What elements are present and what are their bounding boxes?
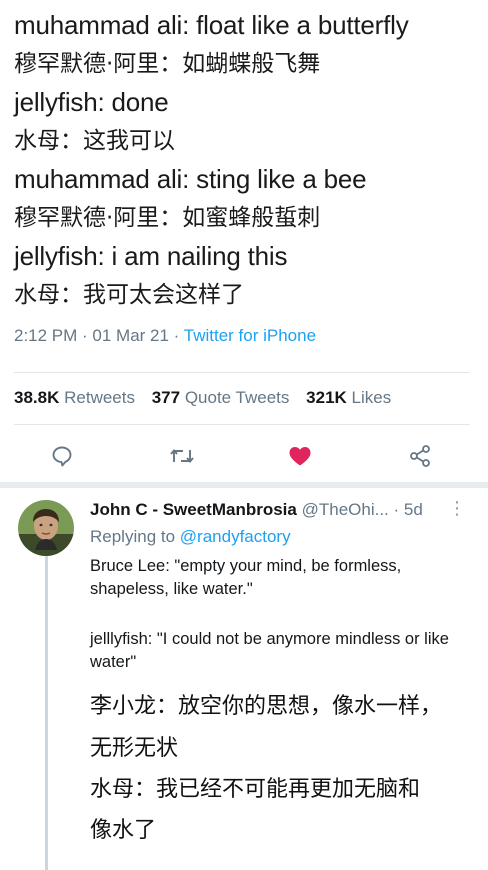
share-button[interactable] <box>406 442 434 470</box>
like-button[interactable] <box>286 442 314 470</box>
reply-translation-line: 无形无状 <box>90 736 179 761</box>
tweet-line: muhammad ali: sting like a bee <box>14 164 367 194</box>
tweet-line: muhammad ali: float like a butterfly <box>14 10 409 40</box>
retweet-button[interactable] <box>168 442 196 470</box>
tweet-line: jellyfish: i am nailing this <box>14 241 288 271</box>
more-options-button[interactable]: ⋮ <box>448 498 466 519</box>
mention-link[interactable]: @randyfactory <box>180 527 291 546</box>
likes-count: 321K <box>306 388 347 407</box>
reply-age: · 5d <box>393 500 423 519</box>
comment-icon <box>52 446 72 467</box>
divider <box>14 372 470 373</box>
reply-tweet[interactable]: John C - SweetManbrosia @TheOhi... · 5d … <box>0 488 488 870</box>
divider <box>14 424 470 425</box>
quotes-label: Quote Tweets <box>184 388 290 407</box>
retweets-stat[interactable]: 38.8K Retweets <box>14 388 135 407</box>
tweet-text: muhammad ali: float like a butterfly 穆罕默… <box>14 6 484 314</box>
timestamp-text[interactable]: 2:12 PM · 01 Mar 21 · <box>14 326 184 345</box>
tweet-line: jellyfish: done <box>14 87 169 117</box>
thread-line <box>45 550 48 870</box>
retweets-count: 38.8K <box>14 388 60 407</box>
reply-header: John C - SweetManbrosia @TheOhi... · 5d <box>90 500 423 520</box>
vertical-dots-icon: ⋮ <box>448 498 466 518</box>
reply-paragraph: jelllyfish: "I could not be anymore mind… <box>90 630 449 671</box>
tweet-line-translation: 水母：我可太会这样了 <box>14 281 244 308</box>
reply-translation-line: 像水了 <box>90 818 157 843</box>
reply-paragraph: Bruce Lee: "empty your mind, be formless… <box>90 557 402 598</box>
avatar[interactable] <box>18 500 74 556</box>
heart-icon <box>289 447 311 466</box>
display-name[interactable]: John C - SweetManbrosia <box>90 500 297 519</box>
tweet-timestamp: 2:12 PM · 01 Mar 21 · Twitter for iPhone <box>14 326 316 346</box>
replying-prefix: Replying to <box>90 527 180 546</box>
user-handle[interactable]: @TheOhi... <box>302 500 389 519</box>
likes-stat[interactable]: 321K Likes <box>306 388 391 407</box>
action-bar <box>0 436 488 476</box>
quotes-count: 377 <box>151 388 181 407</box>
reply-button[interactable] <box>48 442 76 470</box>
user-photo-icon <box>18 500 74 556</box>
reply-translation-line: 李小龙：放空你的思想，像水一样， <box>90 694 443 719</box>
tweet-line-translation: 水母：这我可以 <box>14 127 175 154</box>
reply-translation-line: 水母：我已经不可能再更加无脑和 <box>90 777 421 802</box>
retweet-icon <box>170 449 194 463</box>
tweet-line-translation: 穆罕默德·阿里：如蜜蜂般蜇刺 <box>14 204 321 231</box>
quotes-stat[interactable]: 377 Quote Tweets <box>152 388 290 407</box>
share-icon <box>410 445 430 467</box>
retweets-label: Retweets <box>64 388 135 407</box>
engagement-stats: 38.8K Retweets 377 Quote Tweets 321K Lik… <box>14 388 391 408</box>
tweet-line-translation: 穆罕默德·阿里：如蝴蝶般飞舞 <box>14 50 321 77</box>
source-link[interactable]: Twitter for iPhone <box>184 326 316 345</box>
likes-label: Likes <box>351 388 392 407</box>
replying-to: Replying to @randyfactory <box>90 527 291 547</box>
